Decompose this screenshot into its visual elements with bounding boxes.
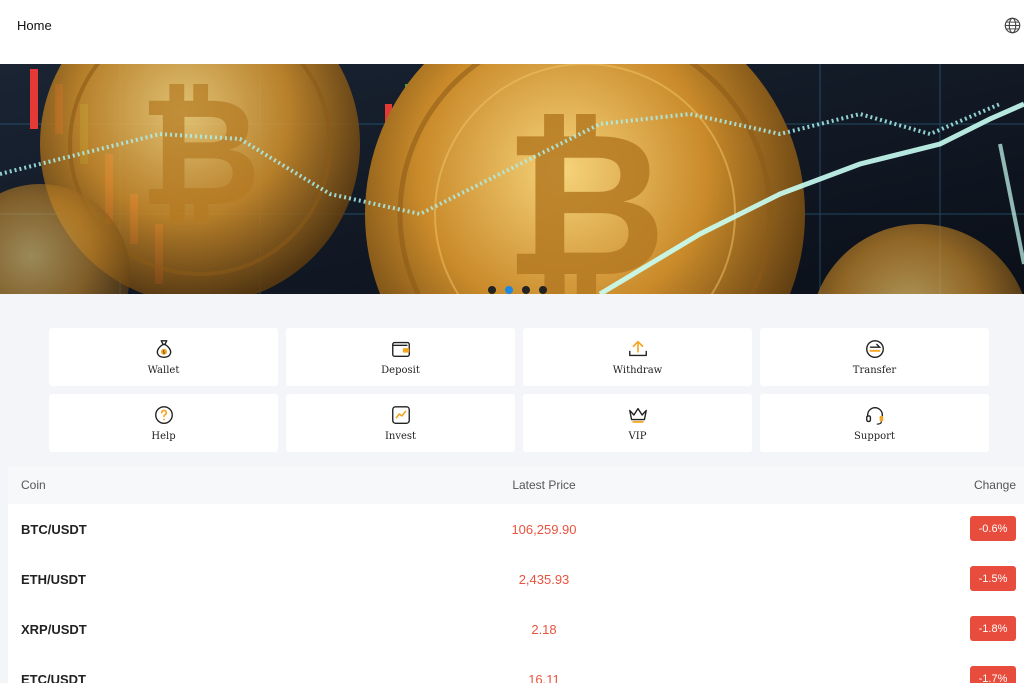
- wallet-icon: [391, 341, 410, 358]
- money-bag-icon: $: [156, 340, 171, 358]
- help-label: Help: [151, 431, 176, 442]
- crown-icon: [628, 407, 647, 423]
- coin-pair: XRP/USDT: [21, 622, 87, 637]
- vip-label: VIP: [628, 431, 647, 442]
- transfer-label: Transfer: [852, 365, 897, 376]
- carousel-dot[interactable]: [539, 286, 547, 294]
- change-badge: -1.5%: [970, 566, 1016, 591]
- column-coin: Coin: [21, 478, 46, 492]
- svg-text:$: $: [162, 350, 165, 356]
- banner-carousel[interactable]: ₿ ₿: [0, 64, 1024, 294]
- carousel-dot[interactable]: [522, 286, 530, 294]
- coin-pair: ETH/USDT: [21, 572, 86, 587]
- support-label: Support: [854, 431, 895, 442]
- deposit-label: Deposit: [381, 365, 420, 376]
- table-row[interactable]: BTC/USDT 106,259.90 -0.6%: [8, 504, 1024, 554]
- question-icon: [154, 406, 173, 424]
- table-row[interactable]: ETH/USDT 2,435.93 -1.5%: [8, 554, 1024, 604]
- bitcoin-banner-image: ₿ ₿: [0, 64, 1024, 294]
- invest-label: Invest: [384, 431, 417, 442]
- withdraw-button[interactable]: Withdraw: [523, 328, 752, 386]
- carousel-dot-active[interactable]: [505, 286, 513, 294]
- change-badge: -1.7%: [970, 666, 1016, 683]
- carousel-dots: [488, 286, 547, 294]
- column-change: Change: [973, 478, 1016, 492]
- market-table: Coin Latest Price Change BTC/USDT 106,25…: [8, 466, 1024, 683]
- coin-pair: ETC/USDT: [21, 672, 86, 683]
- latest-price: 106,259.90: [511, 522, 577, 537]
- coin-pair: BTC/USDT: [21, 522, 87, 537]
- withdraw-label: Withdraw: [612, 365, 663, 376]
- table-row[interactable]: ETC/USDT 16.11 -1.7%: [8, 654, 1024, 683]
- latest-price: 2.18: [531, 622, 557, 637]
- chart-icon: [391, 406, 410, 424]
- vip-button[interactable]: VIP: [523, 394, 752, 452]
- change-badge: -0.6%: [970, 516, 1016, 541]
- wallet-button[interactable]: $ Wallet: [49, 328, 278, 386]
- latest-price: 16.11: [528, 672, 560, 683]
- svg-text:₿: ₿: [139, 66, 261, 240]
- transfer-button[interactable]: Transfer: [760, 328, 989, 386]
- globe-icon[interactable]: [1004, 17, 1021, 34]
- top-bar: Home: [0, 0, 1024, 64]
- table-row[interactable]: XRP/USDT 2.18 -1.8%: [8, 604, 1024, 654]
- column-latest-price: Latest Price: [512, 478, 576, 492]
- wallet-label: Wallet: [147, 365, 180, 376]
- transfer-icon: [865, 340, 884, 358]
- table-header: Coin Latest Price Change: [8, 466, 1024, 504]
- quick-actions-grid: $ Wallet Deposit Withdraw Transfer Help …: [49, 328, 989, 452]
- change-badge: -1.8%: [970, 616, 1016, 641]
- latest-price: 2,435.93: [518, 572, 570, 587]
- carousel-dot[interactable]: [488, 286, 496, 294]
- deposit-button[interactable]: Deposit: [286, 328, 515, 386]
- headset-icon: [865, 407, 883, 425]
- help-button[interactable]: Help: [49, 394, 278, 452]
- page-title: Home: [17, 18, 52, 33]
- support-button[interactable]: Support: [760, 394, 989, 452]
- upload-icon: [628, 340, 647, 357]
- invest-button[interactable]: Invest: [286, 394, 515, 452]
